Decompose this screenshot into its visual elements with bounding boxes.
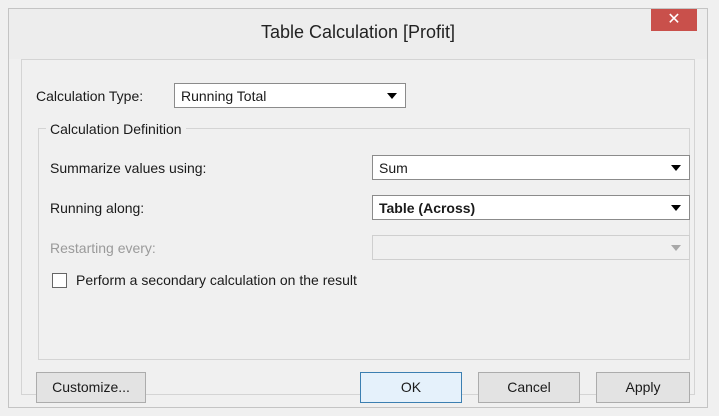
dialog-content: Calculation Type: Running Total Calculat… [21, 59, 695, 403]
restarting-every-select [372, 235, 690, 260]
summarize-value: Sum [379, 160, 408, 176]
close-button[interactable]: ✕ [651, 9, 697, 31]
restarting-every-label: Restarting every: [50, 240, 156, 256]
chevron-down-icon [671, 245, 681, 251]
customize-button[interactable]: Customize... [36, 372, 146, 403]
close-icon: ✕ [667, 11, 681, 28]
secondary-calculation-checkbox[interactable] [52, 273, 67, 288]
calculation-definition-title: Calculation Definition [46, 121, 186, 137]
summarize-select[interactable]: Sum [372, 155, 690, 180]
summarize-label: Summarize values using: [50, 160, 207, 176]
secondary-calculation-label: Perform a secondary calculation on the r… [76, 272, 357, 288]
calculation-type-label: Calculation Type: [36, 88, 144, 104]
chevron-down-icon [671, 165, 681, 171]
title-bar: Table Calculation [Profit] ✕ [9, 9, 707, 59]
dialog-title: Table Calculation [Profit] [260, 22, 456, 42]
chevron-down-icon [387, 93, 397, 99]
running-along-value: Table (Across) [379, 200, 476, 216]
table-calculation-dialog: Table Calculation [Profit] ✕ Calculation… [8, 8, 708, 408]
ok-button[interactable]: OK [360, 372, 462, 403]
running-along-select[interactable]: Table (Across) [372, 195, 690, 220]
calculation-type-value: Running Total [181, 88, 267, 104]
cancel-button[interactable]: Cancel [478, 372, 580, 403]
running-along-label: Running along: [50, 200, 145, 216]
chevron-down-icon [671, 205, 681, 211]
calculation-type-select[interactable]: Running Total [174, 83, 406, 108]
apply-button[interactable]: Apply [596, 372, 690, 403]
